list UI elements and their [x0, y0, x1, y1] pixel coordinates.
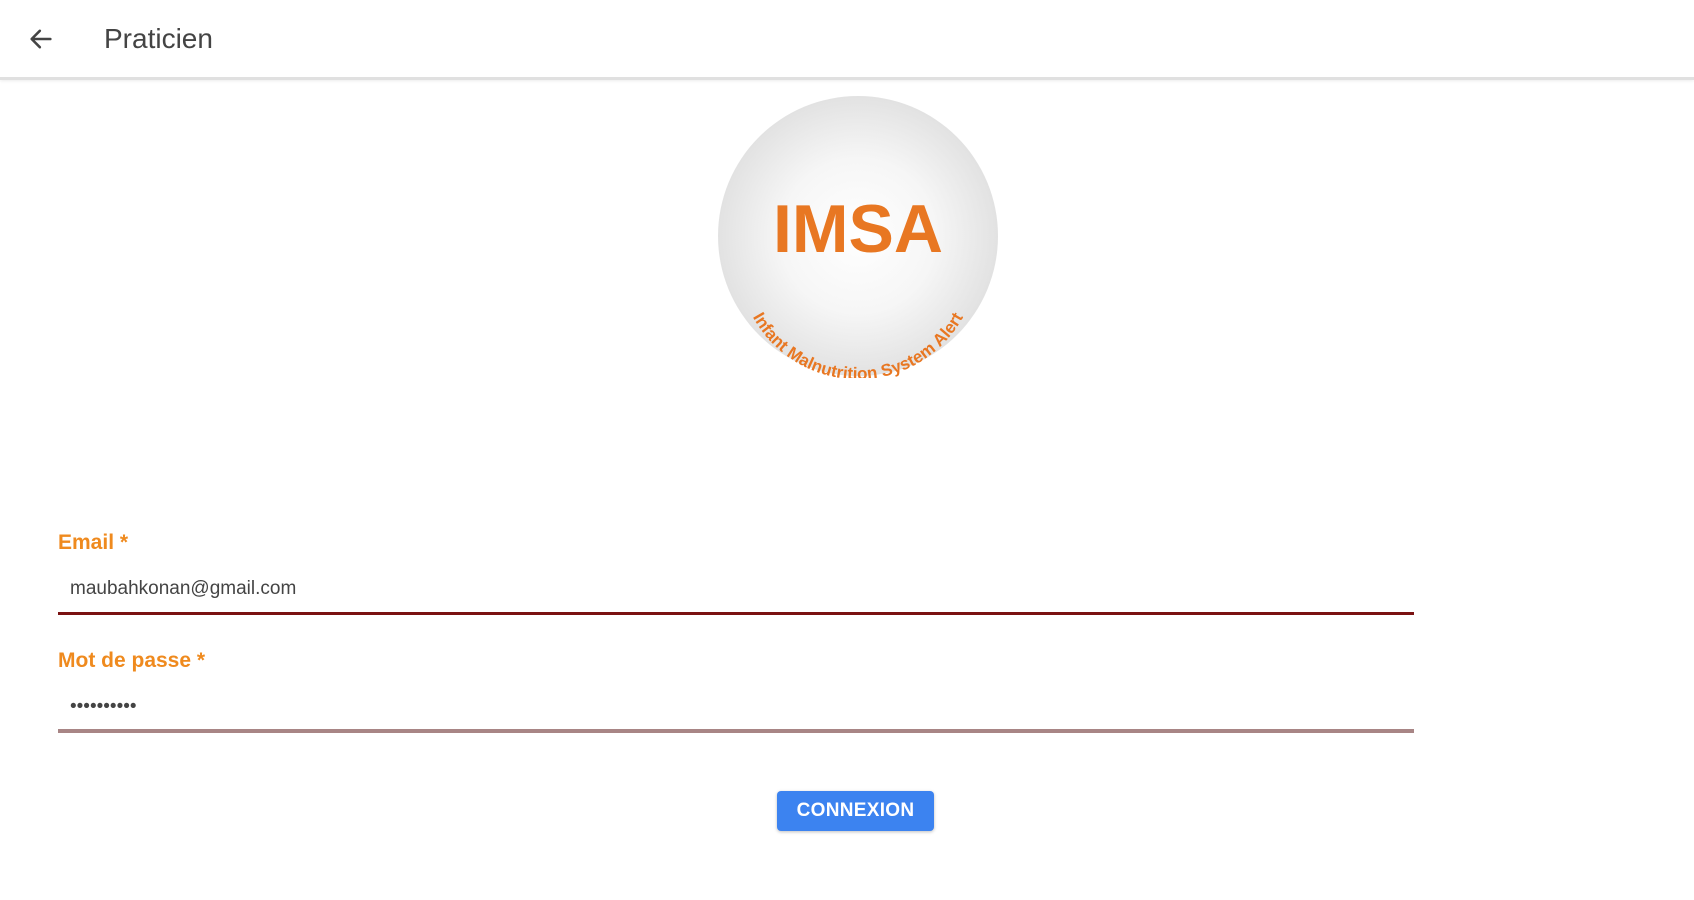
- logo-title: IMSA: [773, 191, 943, 267]
- email-label: Email *: [58, 531, 129, 554]
- login-form: Email * Mot de passe *: [58, 530, 1414, 748]
- password-underline: [58, 729, 1414, 733]
- arrow-left-icon: [27, 25, 55, 58]
- page-title: Praticien: [104, 23, 213, 54]
- password-label: Mot de passe *: [58, 649, 206, 672]
- imsa-logo: IMSA Infant Malnutrition System Alert: [716, 94, 1000, 378]
- connexion-button[interactable]: CONNEXION: [777, 791, 934, 831]
- email-input[interactable]: [58, 564, 1414, 614]
- email-field: Email *: [58, 530, 1414, 618]
- password-input[interactable]: [58, 682, 1414, 732]
- app-bar: Praticien: [0, 0, 1694, 80]
- email-underline: [58, 612, 1414, 615]
- password-field: Mot de passe *: [58, 648, 1414, 748]
- back-button[interactable]: [18, 18, 64, 64]
